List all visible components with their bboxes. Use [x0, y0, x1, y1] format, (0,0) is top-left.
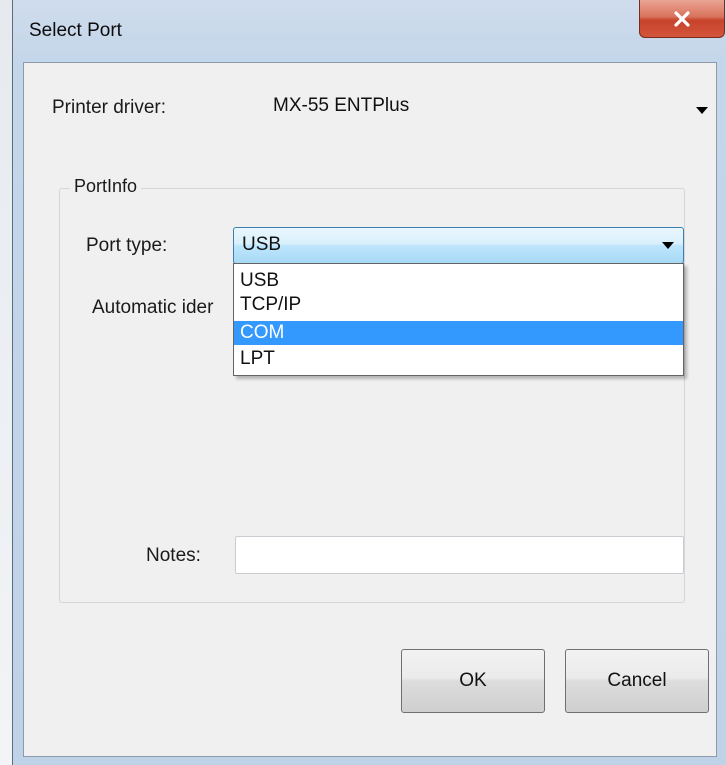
- port-type-select[interactable]: USB: [233, 227, 684, 264]
- ok-button[interactable]: OK: [401, 649, 545, 713]
- background-app-edge: [0, 0, 12, 765]
- close-icon: [673, 10, 691, 27]
- portinfo-group-label: PortInfo: [70, 176, 142, 197]
- port-type-option-lpt[interactable]: LPT: [234, 347, 683, 371]
- close-button[interactable]: [639, 0, 725, 38]
- port-type-dropdown-list: USB TCP/IP COM LPT: [233, 263, 684, 376]
- chevron-down-icon[interactable]: [696, 107, 708, 114]
- port-type-option-tcpip[interactable]: TCP/IP: [234, 293, 683, 317]
- notes-input[interactable]: [235, 536, 684, 574]
- port-type-option-com[interactable]: COM: [234, 321, 683, 345]
- printer-driver-label: Printer driver:: [52, 97, 167, 118]
- printer-driver-select[interactable]: MX-55 ENTPlus: [269, 87, 709, 131]
- select-port-dialog: Select Port Printer driver: MX-55 ENTPlu…: [12, 0, 726, 765]
- chevron-down-icon[interactable]: [662, 242, 674, 249]
- title-bar[interactable]: Select Port: [13, 0, 726, 62]
- automatic-identification-label: Automatic ider: [92, 297, 214, 318]
- notes-label: Notes:: [146, 545, 201, 566]
- port-type-label: Port type:: [86, 235, 168, 256]
- cancel-button[interactable]: Cancel: [565, 649, 709, 713]
- dialog-body: Printer driver: MX-55 ENTPlus PortInfo P…: [23, 62, 717, 757]
- dialog-title: Select Port: [29, 20, 122, 41]
- printer-driver-value: MX-55 ENTPlus: [273, 95, 410, 116]
- port-type-option-usb[interactable]: USB: [234, 269, 683, 293]
- port-type-value: USB: [242, 234, 282, 255]
